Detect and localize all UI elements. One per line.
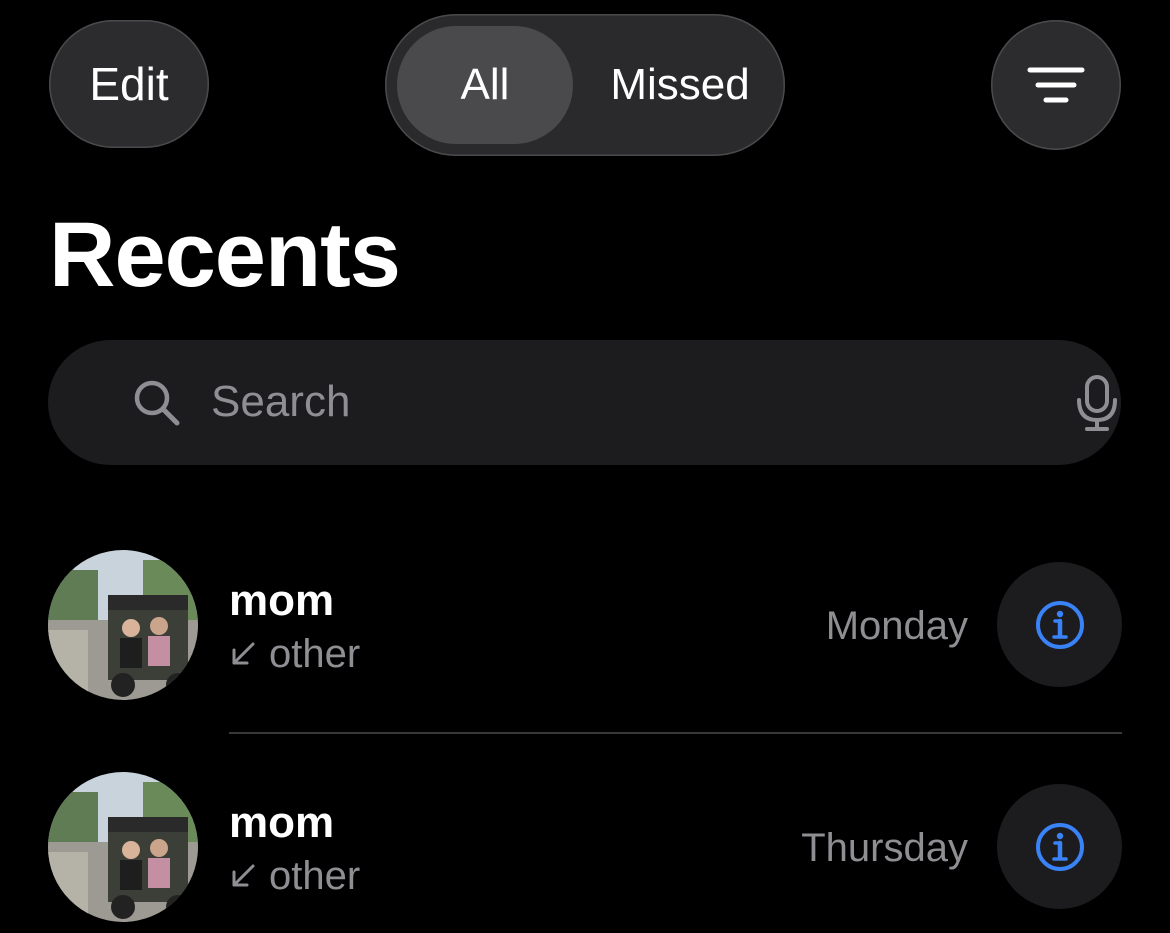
segment-all[interactable]: All <box>397 26 573 144</box>
microphone-icon[interactable] <box>1075 374 1119 432</box>
filter-button[interactable] <box>991 20 1121 150</box>
call-date: Thursday <box>801 826 968 870</box>
avatar <box>48 772 198 922</box>
info-button[interactable] <box>997 562 1122 687</box>
magnifying-glass-icon <box>134 380 180 426</box>
call-row[interactable]: mom other Thursday <box>0 772 1170 922</box>
contact-name: mom <box>229 798 335 847</box>
info-circle-icon <box>1035 822 1084 871</box>
info-circle-icon <box>1035 600 1084 649</box>
call-type: other <box>229 630 360 678</box>
incoming-arrow-icon <box>232 642 255 665</box>
incoming-arrow-icon <box>232 864 255 887</box>
call-row[interactable]: mom other Monday <box>0 550 1170 700</box>
page-title: Recents <box>49 204 401 306</box>
row-divider <box>229 732 1122 734</box>
call-date: Monday <box>825 604 968 648</box>
contact-photo <box>48 772 198 922</box>
call-type-label: other <box>269 854 361 898</box>
contact-photo <box>48 550 198 700</box>
call-type: other <box>229 852 360 900</box>
call-type-label: other <box>269 632 361 676</box>
info-button[interactable] <box>997 784 1122 909</box>
search-input[interactable] <box>211 370 1031 434</box>
filter-lines-icon <box>1027 67 1085 103</box>
contact-name: mom <box>229 576 335 625</box>
search-bar[interactable] <box>48 340 1121 465</box>
segment-missed[interactable]: Missed <box>585 26 775 144</box>
edit-button[interactable]: Edit <box>49 20 209 148</box>
avatar <box>48 550 198 700</box>
call-filter-segmented-control: All Missed <box>385 14 785 156</box>
